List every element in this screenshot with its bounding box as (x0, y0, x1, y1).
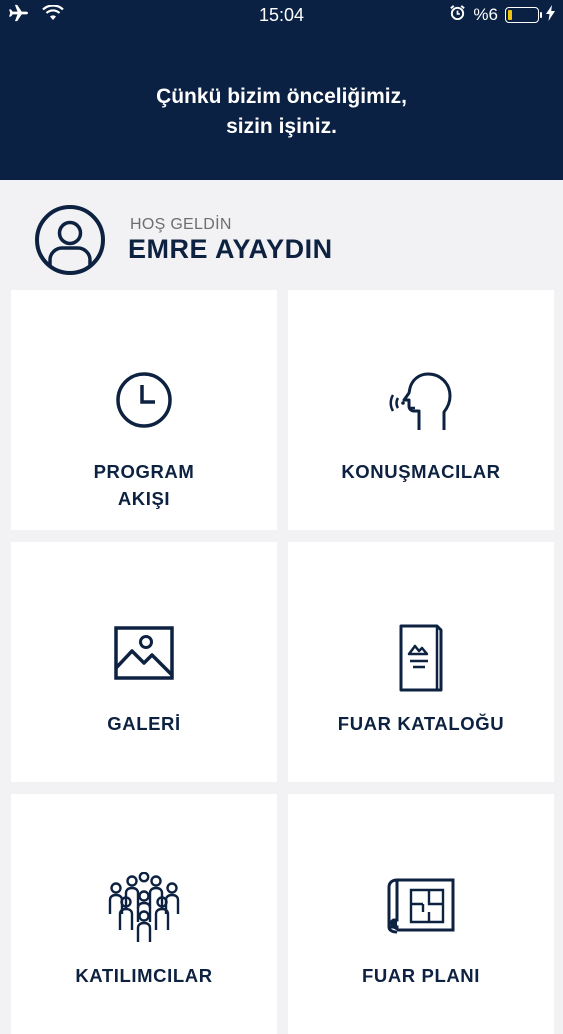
alarm-clock-icon (449, 4, 466, 26)
tagline-line-2: sizin işiniz. (226, 115, 337, 138)
tile-konusmacilar[interactable]: KONUŞMACILAR (288, 290, 554, 530)
tile-katilimcilar[interactable]: KATILIMCILAR (11, 794, 277, 1034)
charging-bolt-icon (546, 4, 555, 26)
tile-galeri[interactable]: GALERİ (11, 542, 277, 782)
tile-label: PROGRAM AKIŞI (93, 461, 195, 509)
tile-program-akisi[interactable]: PROGRAM AKIŞI (11, 290, 277, 530)
avatar-icon[interactable] (34, 204, 106, 276)
battery-percent: %6 (473, 5, 498, 24)
speaker-head-icon (387, 368, 455, 432)
app-header: 15:04 %6 Çünkü bizim önceliğimiz, sizin … (0, 0, 563, 180)
tile-label: FUAR PLANI (361, 965, 481, 986)
tile-fuar-plani[interactable]: FUAR PLANI (288, 794, 554, 1034)
tile-label: KATILIMCILAR (75, 965, 213, 986)
header-tagline: Çünkü bizim önceliğimiz, sizin işiniz. (0, 82, 563, 142)
tile-label: GALERİ (107, 713, 181, 734)
people-group-icon (106, 871, 182, 942)
battery-icon (505, 7, 542, 23)
image-icon (112, 620, 176, 684)
clock-icon (112, 368, 176, 432)
tile-fuar-katalogu[interactable]: FUAR KATALOĞU (288, 542, 554, 782)
user-name: EMRE AYAYDIN (128, 234, 333, 264)
tile-label: KONUŞMACILAR (341, 461, 501, 482)
status-bar: 15:04 %6 (0, 0, 563, 32)
catalog-icon (389, 620, 453, 692)
tagline-line-1: Çünkü bizim önceliğimiz, (156, 85, 407, 108)
tile-label: FUAR KATALOĞU (337, 713, 505, 734)
battery-level (508, 10, 512, 20)
welcome-label: HOŞ GELDİN (130, 216, 232, 233)
welcome-section: HOŞ GELDİN EMRE AYAYDIN (34, 204, 534, 278)
floor-plan-icon (385, 872, 457, 936)
